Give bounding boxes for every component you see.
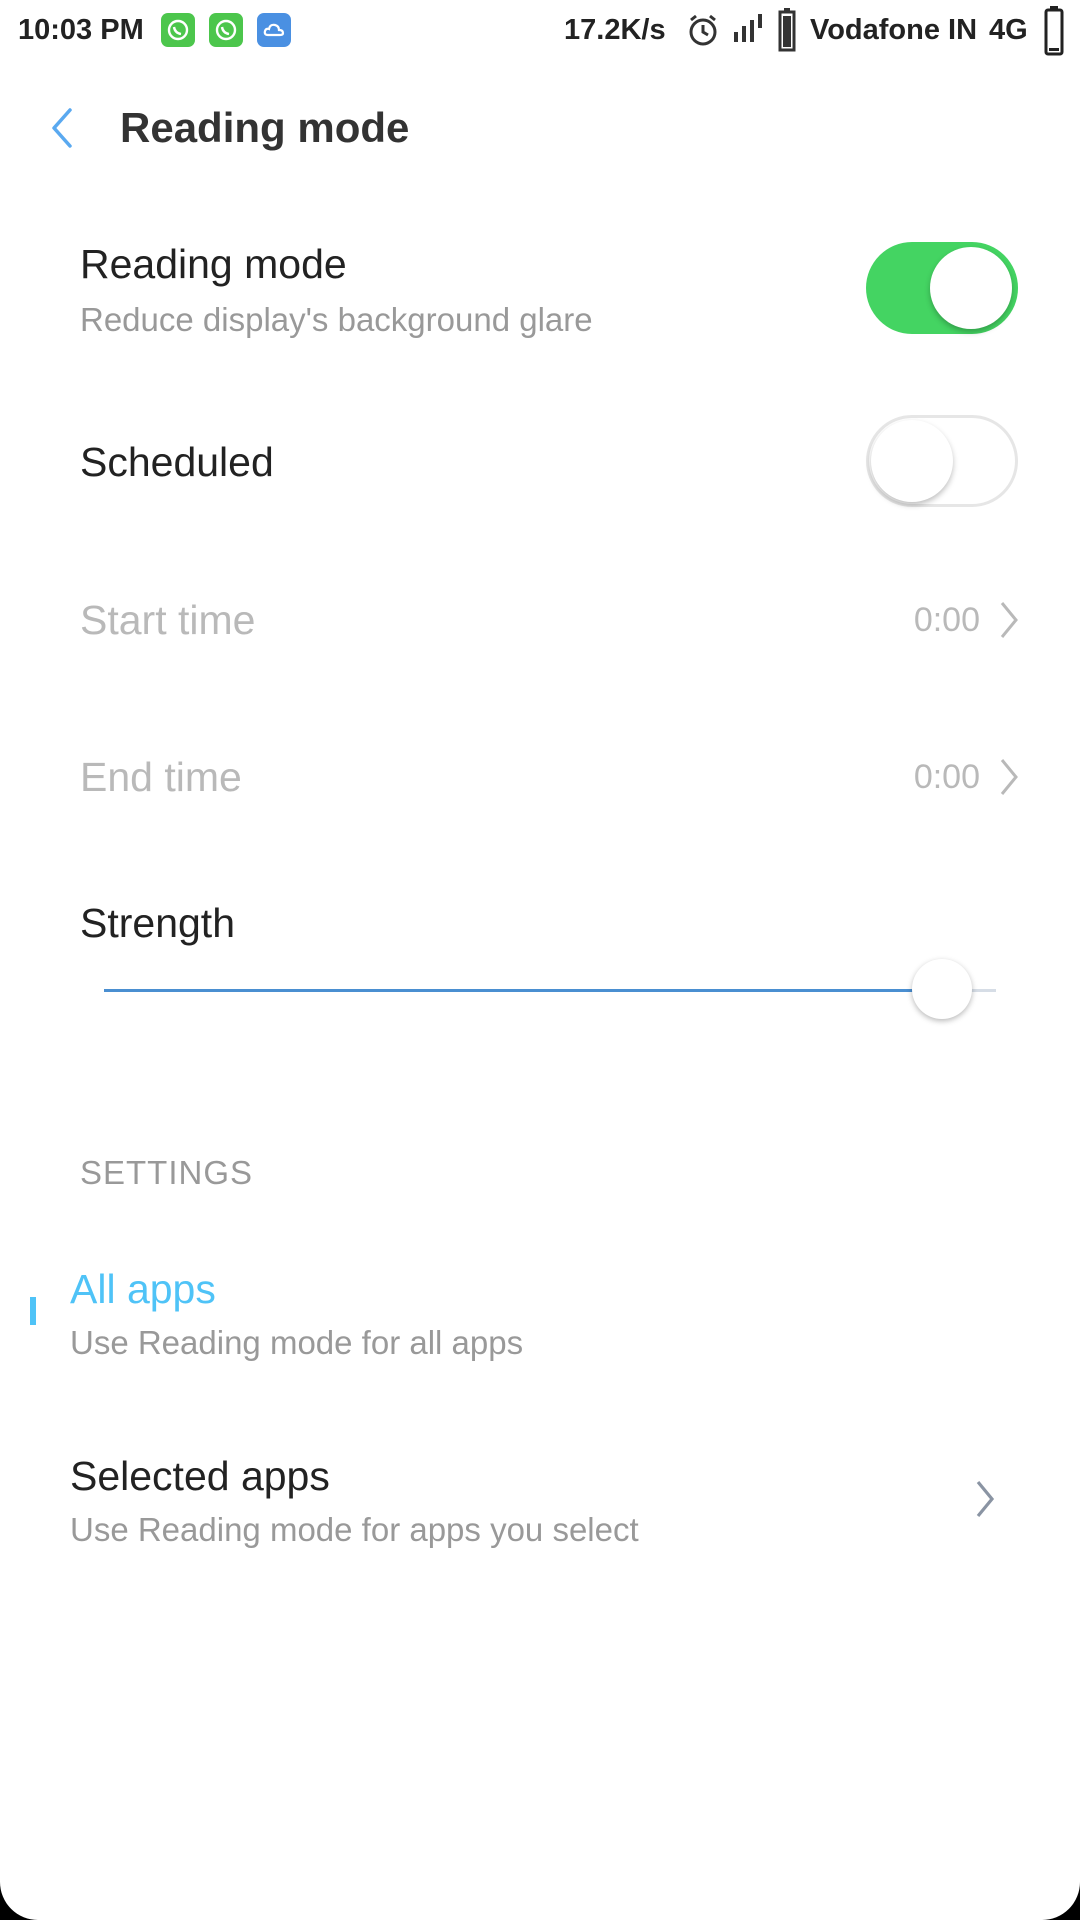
- reading-mode-switch[interactable]: [866, 242, 1018, 334]
- scheduled-switch[interactable]: [866, 415, 1018, 507]
- carrier-name: Vodafone IN: [810, 14, 978, 46]
- section-header: SETTINGS: [80, 1154, 254, 1191]
- switch-knob: [930, 247, 1012, 329]
- whatsapp-icon: [209, 13, 243, 47]
- end-time-title: End time: [80, 754, 242, 800]
- start-time-row[interactable]: Start time 0:00: [0, 580, 1080, 660]
- status-bar: 10:03 PM 17.2K/s Vodafone IN 4G: [0, 0, 1080, 60]
- network-type: 4G: [989, 14, 1028, 46]
- screen: 10:03 PM 17.2K/s Vodafone IN 4G Reading …: [0, 0, 1080, 1920]
- start-time-value: 0:00: [913, 601, 980, 639]
- option-selected-apps[interactable]: Selected apps Use Reading mode for apps …: [0, 1440, 1080, 1570]
- switch-knob: [871, 420, 953, 502]
- end-time-value: 0:00: [913, 758, 980, 796]
- alarm-icon: [689, 14, 717, 46]
- start-time-title: Start time: [80, 597, 256, 643]
- strength-title: Strength: [80, 900, 235, 946]
- battery-icon: [1044, 6, 1064, 56]
- selected-apps-title: Selected apps: [70, 1453, 330, 1499]
- battery-bar-icon: [778, 8, 796, 52]
- end-time-row[interactable]: End time 0:00: [0, 737, 1080, 817]
- selected-apps-subtitle: Use Reading mode for apps you select: [70, 1511, 639, 1548]
- signal-icon: [734, 14, 762, 42]
- scheduled-title: Scheduled: [80, 439, 274, 485]
- strength-slider[interactable]: [104, 959, 996, 1019]
- chevron-right-icon: [1000, 759, 1018, 795]
- reading-mode-row[interactable]: Reading mode Reduce display's background…: [0, 230, 1080, 370]
- all-apps-title: All apps: [70, 1266, 216, 1312]
- chevron-right-icon: [976, 1480, 995, 1518]
- chevron-right-icon: [1000, 602, 1018, 638]
- option-all-apps[interactable]: All apps Use Reading mode for all apps: [0, 1250, 1080, 1380]
- cloud-icon: [257, 13, 291, 47]
- reading-mode-subtitle: Reduce display's background glare: [80, 301, 593, 338]
- all-apps-subtitle: Use Reading mode for all apps: [70, 1324, 524, 1361]
- slider-thumb[interactable]: [912, 959, 973, 1019]
- reading-mode-title: Reading mode: [80, 241, 347, 287]
- slider-fill: [104, 989, 943, 992]
- status-time: 10:03 PM: [18, 14, 144, 46]
- network-speed: 17.2K/s: [564, 14, 666, 46]
- page-title: Reading mode: [120, 104, 410, 151]
- chevron-left-icon[interactable]: [44, 104, 80, 152]
- whatsapp-icon: [161, 13, 195, 47]
- scheduled-row[interactable]: Scheduled: [0, 410, 1080, 520]
